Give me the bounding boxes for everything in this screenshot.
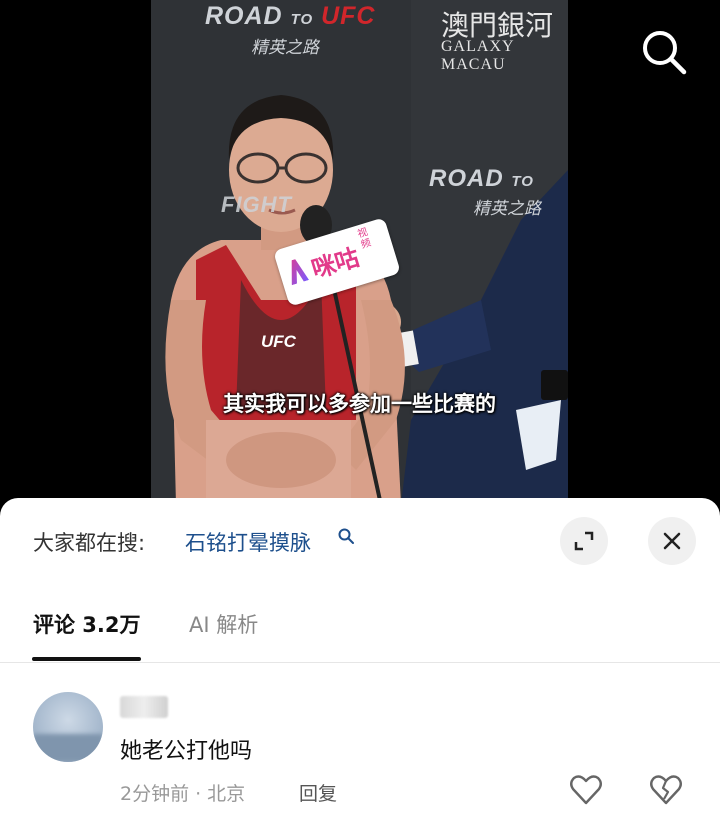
shirt-logo: UFC	[261, 332, 296, 351]
comment-time: 2分钟前	[120, 783, 190, 805]
close-button[interactable]	[648, 517, 696, 565]
mic-brand-small: 视频	[356, 226, 373, 251]
active-tab-indicator	[32, 657, 141, 661]
broken-heart-icon	[650, 775, 682, 805]
video-frame[interactable]: ROAD TO UFC 精英之路 澳門銀河 GALAXY MACAU ROAD …	[151, 0, 568, 505]
comment-meta: 2分钟前 · 北京	[120, 783, 246, 805]
video-player[interactable]: ROAD TO UFC 精英之路 澳門銀河 GALAXY MACAU ROAD …	[0, 0, 720, 505]
video-subtitle: 其实我可以多参加一些比赛的	[223, 392, 496, 416]
hot-search-link[interactable]: 石铭打晕摸脉	[185, 527, 311, 557]
like-button[interactable]	[568, 772, 604, 808]
logo-subtitle: 精英之路	[251, 38, 319, 58]
avatar[interactable]	[33, 692, 103, 762]
avatar-image	[33, 734, 103, 762]
heart-icon	[570, 775, 602, 805]
search-button[interactable]	[638, 26, 690, 78]
logo-to-text: TO	[290, 11, 314, 28]
sponsor-en: GALAXY MACAU	[441, 38, 514, 73]
expand-button[interactable]	[560, 517, 608, 565]
reply-button[interactable]: 回复	[299, 779, 337, 806]
logo-road-text-right: ROAD	[429, 165, 504, 192]
comment-location: 北京	[207, 783, 246, 805]
logo-ufc-text: UFC	[321, 2, 376, 30]
username-blurred[interactable]	[120, 696, 168, 718]
expand-icon	[574, 531, 594, 551]
migu-logo-icon	[285, 257, 309, 285]
road-to-ufc-logo: ROAD TO UFC	[205, 2, 375, 31]
mic-brand: 咪咕	[308, 243, 363, 284]
road-to-logo-right: ROAD TO	[429, 165, 534, 193]
search-icon	[338, 528, 354, 544]
logo-road-text: ROAD	[205, 2, 283, 30]
comment-text: 她老公打他吗	[120, 739, 253, 764]
tab-ai-analysis[interactable]: AI 解析	[189, 609, 258, 639]
logo-to-text-right: TO	[511, 173, 534, 190]
hot-search-label: 大家都在搜:	[33, 531, 146, 555]
tab-comments[interactable]: 评论 3.2万	[33, 609, 141, 639]
logo-subtitle-right: 精英之路	[473, 199, 541, 219]
divider	[0, 662, 720, 663]
dislike-button[interactable]	[648, 772, 684, 808]
fight-night-logo: FIGHT	[221, 192, 292, 217]
search-icon	[643, 31, 687, 75]
close-icon	[663, 532, 681, 550]
